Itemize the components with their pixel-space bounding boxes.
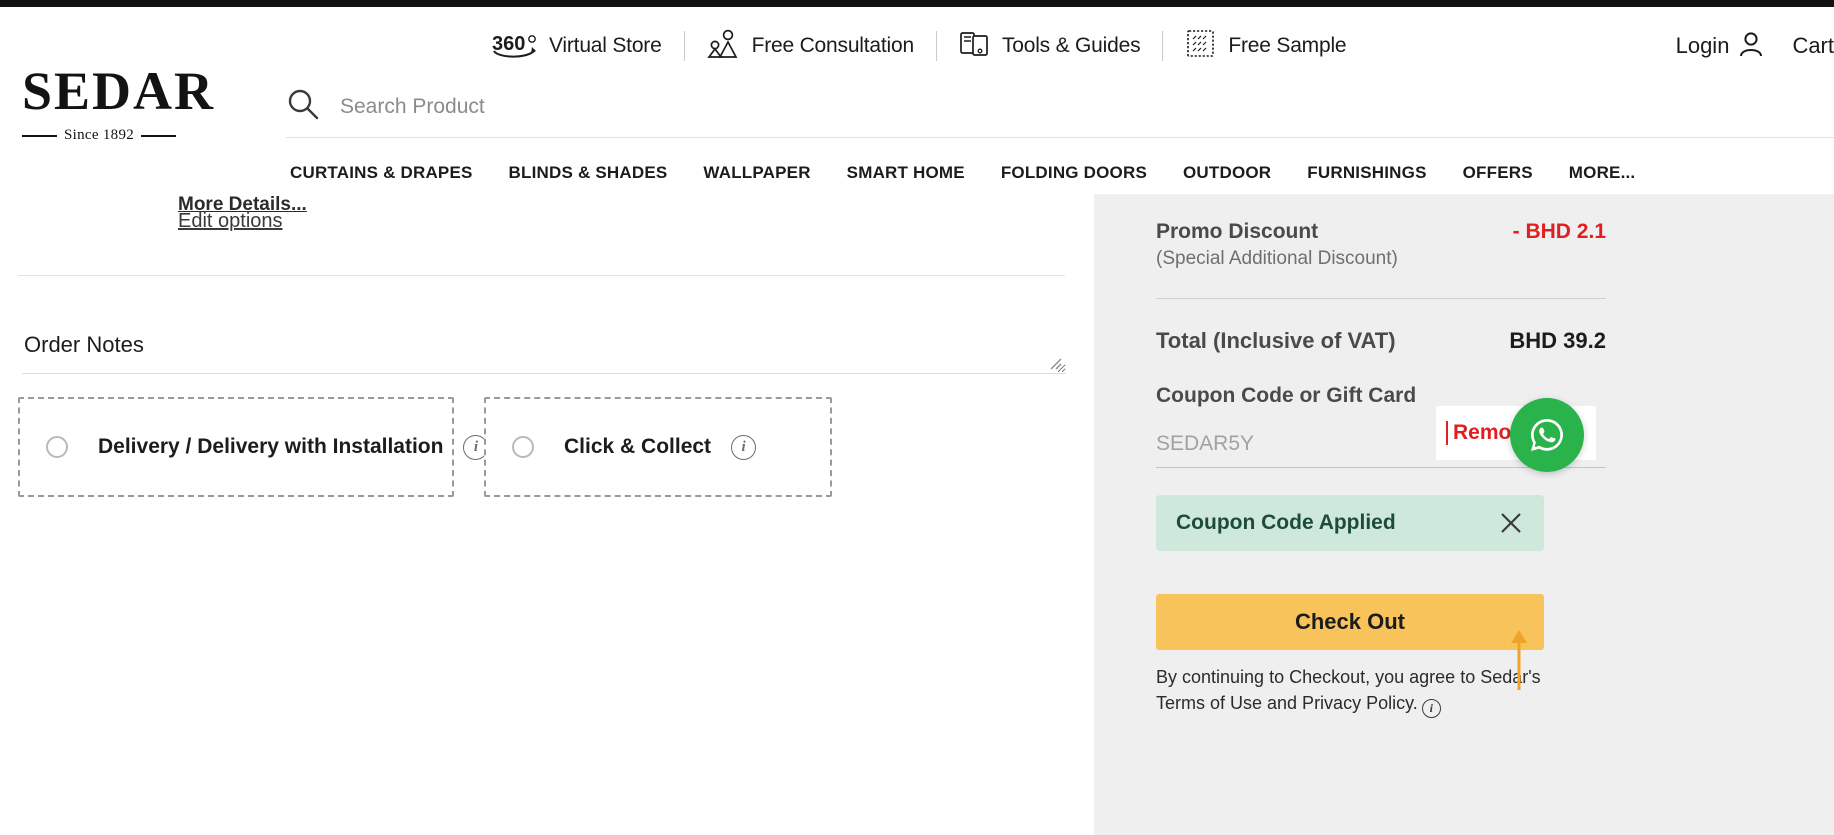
promo-discount-texts: Promo Discount (Special Additional Disco… <box>1156 220 1398 270</box>
login-label: Login <box>1675 33 1730 58</box>
nav-item-offers[interactable]: OFFERS <box>1445 163 1551 183</box>
whatsapp-icon <box>1531 419 1563 451</box>
page-root: 360 Virtual Store Free Consultation Tool… <box>0 0 1834 835</box>
delivery-option-click-collect[interactable]: Click & Collect i <box>484 397 832 497</box>
delivery-option-label: Delivery / Delivery with Installation <box>98 435 444 458</box>
order-notes-input[interactable] <box>22 312 1066 374</box>
order-summary-panel: Promo Discount (Special Additional Disco… <box>1094 194 1834 835</box>
info-icon[interactable]: i <box>1421 699 1441 719</box>
annotation-arrow-icon <box>1508 630 1530 692</box>
utility-item-free-sample[interactable]: Free Sample <box>1163 28 1368 65</box>
delivery-options-group: Delivery / Delivery with Installation i … <box>18 397 832 497</box>
nav-item-wallpaper[interactable]: WALLPAPER <box>685 163 828 183</box>
utility-nav-account: Login Cart <box>1660 14 1834 78</box>
top-black-strip <box>0 0 1834 7</box>
checkout-button[interactable]: Check Out <box>1156 594 1544 650</box>
brand-tagline-wrap: Since 1892 <box>22 127 177 144</box>
search-icon[interactable] <box>286 87 320 126</box>
delivery-option-delivery-installation[interactable]: Delivery / Delivery with Installation i <box>18 397 489 497</box>
order-notes-label: Order Notes <box>24 332 144 357</box>
delivery-radio[interactable] <box>46 436 68 458</box>
click-collect-radio[interactable] <box>512 436 534 458</box>
cart-button[interactable]: Cart <box>1780 33 1834 59</box>
user-icon <box>1738 30 1764 63</box>
summary-divider <box>1156 298 1606 299</box>
utility-item-label: Tools & Guides <box>1001 34 1141 57</box>
svg-text:360: 360 <box>492 33 525 55</box>
total-label: Total (Inclusive of VAT) <box>1156 328 1396 353</box>
fabric-swatch-icon <box>1185 28 1217 65</box>
cart-main-column: More Details... Edit options Order Notes… <box>0 194 1094 835</box>
search-bar <box>286 76 1834 138</box>
brand-logo[interactable]: SEDAR Since 1892 <box>22 64 272 144</box>
utility-item-free-consultation[interactable]: Free Consultation <box>685 29 936 64</box>
promo-discount-sublabel: (Special Additional Discount) <box>1156 248 1398 269</box>
360-icon: 360 <box>492 31 538 61</box>
brand-name: SEDAR <box>22 61 216 121</box>
utility-item-label: Free Sample <box>1228 34 1347 57</box>
utility-item-label: Virtual Store <box>549 34 662 57</box>
total-row: Total (Inclusive of VAT) BHD 39.2 <box>1156 328 1606 354</box>
promo-discount-label: Promo Discount <box>1156 220 1319 243</box>
info-icon[interactable]: i <box>731 434 757 460</box>
utility-item-tools-guides[interactable]: Tools & Guides <box>937 29 1162 64</box>
total-amount: BHD 39.2 <box>1509 328 1606 353</box>
search-input[interactable] <box>340 86 1340 127</box>
promo-discount-row: Promo Discount (Special Additional Disco… <box>1156 220 1606 270</box>
whatsapp-button[interactable] <box>1510 398 1584 472</box>
login-button[interactable]: Login <box>1660 30 1781 63</box>
nav-item-furnishings[interactable]: FURNISHINGS <box>1289 163 1444 183</box>
terms-line-2: Terms of Use and Privacy Policy. <box>1156 693 1418 714</box>
utility-nav: 360 Virtual Store Free Consultation Tool… <box>0 14 1834 78</box>
nav-item-smart-home[interactable]: SMART HOME <box>829 163 983 183</box>
tagline-rule-right <box>141 134 177 137</box>
utility-item-virtual-store[interactable]: 360 Virtual Store <box>470 31 684 61</box>
coupon-applied-banner: Coupon Code Applied <box>1156 495 1544 551</box>
nav-item-more[interactable]: MORE... <box>1551 163 1654 183</box>
coupon-section-title: Coupon Code or Gift Card <box>1156 384 1417 407</box>
utility-item-label: Free Consultation <box>751 34 915 57</box>
main-nav: CURTAINS & DRAPES BLINDS & SHADES WALLPA… <box>286 152 1834 194</box>
tagline-rule-left <box>22 134 57 137</box>
nav-item-outdoor[interactable]: OUTDOOR <box>1165 163 1289 183</box>
utility-nav-items: 360 Virtual Store Free Consultation Tool… <box>470 14 1368 78</box>
consultation-people-icon <box>706 29 741 64</box>
nav-item-folding-doors[interactable]: FOLDING DOORS <box>983 163 1165 183</box>
edit-options-link[interactable]: Edit options <box>178 210 283 233</box>
coupon-applied-text: Coupon Code Applied <box>1176 511 1396 534</box>
tools-guides-icon <box>959 29 991 64</box>
cart-label: Cart <box>1792 33 1834 58</box>
delivery-option-label: Click & Collect <box>564 435 712 458</box>
section-divider <box>18 275 1065 276</box>
nav-item-blinds-shades[interactable]: BLINDS & SHADES <box>491 163 686 183</box>
terms-line-1: By continuing to Checkout, you agree to … <box>1156 667 1541 687</box>
nav-item-curtains-drapes[interactable]: CURTAINS & DRAPES <box>286 163 491 183</box>
promo-discount-amount: - BHD 2.1 <box>1512 220 1606 243</box>
close-icon[interactable] <box>1498 510 1524 536</box>
brand-tagline: Since 1892 <box>63 127 135 143</box>
